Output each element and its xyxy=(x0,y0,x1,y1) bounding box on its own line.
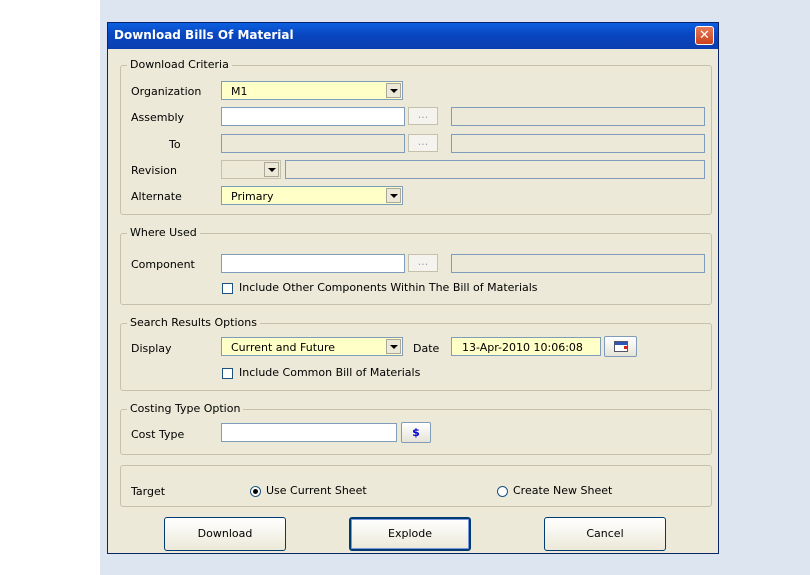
calendar-icon xyxy=(614,341,628,352)
download-criteria-legend: Download Criteria xyxy=(127,58,232,71)
date-input[interactable]: 13-Apr-2010 10:06:08 xyxy=(451,337,601,356)
organization-label: Organization xyxy=(131,85,202,98)
ellipsis-icon: ... xyxy=(417,135,429,148)
organization-value: M1 xyxy=(231,85,248,98)
organization-select[interactable]: M1 xyxy=(221,81,403,100)
assembly-to-description xyxy=(451,134,705,153)
to-label: To xyxy=(169,138,181,151)
target-group: Target Use Current Sheet Create New Shee… xyxy=(120,465,712,507)
where-used-legend: Where Used xyxy=(127,226,200,239)
search-results-legend: Search Results Options xyxy=(127,316,260,329)
calendar-button[interactable] xyxy=(604,336,637,357)
include-other-components-label: Include Other Components Within The Bill… xyxy=(239,281,538,294)
download-button[interactable]: Download xyxy=(164,517,286,551)
include-common-bom-checkbox[interactable] xyxy=(222,368,233,379)
component-description xyxy=(451,254,705,273)
date-value: 13-Apr-2010 10:06:08 xyxy=(462,341,583,354)
assembly-label: Assembly xyxy=(131,111,185,124)
close-icon: ✕ xyxy=(699,28,710,43)
create-new-sheet-radio[interactable] xyxy=(497,486,508,497)
download-bom-dialog: Download Bills Of Material ✕ Download Cr… xyxy=(107,22,719,554)
display-label: Display xyxy=(131,342,172,355)
use-current-sheet-label[interactable]: Use Current Sheet xyxy=(266,484,367,497)
dropdown-arrow-icon[interactable] xyxy=(386,339,401,354)
component-label: Component xyxy=(131,258,195,271)
assembly-to-input[interactable] xyxy=(221,134,405,153)
cancel-button[interactable]: Cancel xyxy=(544,517,666,551)
close-button[interactable]: ✕ xyxy=(695,26,714,45)
use-current-sheet-radio[interactable] xyxy=(250,486,261,497)
revision-label: Revision xyxy=(131,164,177,177)
component-lookup-button[interactable]: ... xyxy=(408,254,438,272)
component-input[interactable] xyxy=(221,254,405,273)
revision-select[interactable] xyxy=(221,160,281,179)
display-value: Current and Future xyxy=(231,341,336,354)
ellipsis-icon: ... xyxy=(417,255,429,268)
include-common-bom-label: Include Common Bill of Materials xyxy=(239,366,421,379)
dropdown-arrow-icon[interactable] xyxy=(264,162,279,177)
dropdown-arrow-icon[interactable] xyxy=(386,83,401,98)
assembly-to-lookup-button[interactable]: ... xyxy=(408,134,438,152)
download-criteria-group: Download Criteria Organization M1 Assemb… xyxy=(120,58,712,215)
dollar-icon: $ xyxy=(412,426,420,439)
cost-type-label: Cost Type xyxy=(131,428,185,441)
dialog-title: Download Bills Of Material xyxy=(114,28,294,42)
alternate-label: Alternate xyxy=(131,190,182,203)
dropdown-arrow-icon[interactable] xyxy=(386,188,401,203)
costing-type-legend: Costing Type Option xyxy=(127,402,244,415)
alternate-value: Primary xyxy=(231,190,274,203)
assembly-from-input[interactable] xyxy=(221,107,405,126)
alternate-select[interactable]: Primary xyxy=(221,186,403,205)
where-used-group: Where Used Component ... Include Other C… xyxy=(120,226,712,305)
date-label: Date xyxy=(413,342,440,355)
search-results-group: Search Results Options Display Current a… xyxy=(120,316,712,391)
display-select[interactable]: Current and Future xyxy=(221,337,403,356)
assembly-from-description xyxy=(451,107,705,126)
create-new-sheet-label[interactable]: Create New Sheet xyxy=(513,484,612,497)
revision-description xyxy=(285,160,705,179)
cost-type-input[interactable] xyxy=(221,423,397,442)
assembly-from-lookup-button[interactable]: ... xyxy=(408,107,438,125)
include-other-components-checkbox[interactable] xyxy=(222,283,233,294)
ellipsis-icon: ... xyxy=(417,108,429,121)
costing-type-group: Costing Type Option Cost Type $ xyxy=(120,402,712,455)
target-label: Target xyxy=(131,485,166,498)
cost-type-lookup-button[interactable]: $ xyxy=(401,422,431,443)
explode-button[interactable]: Explode xyxy=(349,517,471,551)
title-bar[interactable]: Download Bills Of Material ✕ xyxy=(108,23,718,49)
